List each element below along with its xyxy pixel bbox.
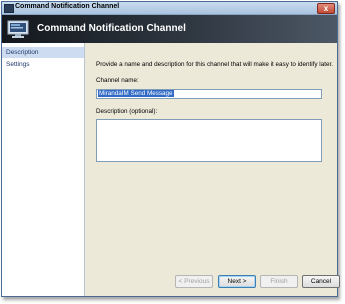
description-label: Description (optional):: [96, 108, 158, 115]
window-title: Command Notification Channel: [15, 3, 120, 10]
previous-button[interactable]: < Previous: [175, 275, 213, 288]
wizard-window: Command Notification Channel x Command N…: [1, 1, 340, 297]
finish-button[interactable]: Finish: [260, 275, 298, 288]
sidebar-item-settings[interactable]: Settings: [2, 59, 84, 70]
close-button[interactable]: x: [317, 3, 335, 14]
channel-name-field[interactable]: MirandaIM Send Message: [96, 89, 322, 99]
sidebar-item-label: Settings: [6, 61, 30, 68]
header-title: Command Notification Channel: [37, 23, 186, 34]
wizard-content: Provide a name and description for this …: [85, 43, 340, 296]
channel-name-value: MirandaIM Send Message: [98, 90, 174, 97]
channel-name-label: Channel name:: [96, 77, 139, 84]
sidebar-item-label: Description: [6, 49, 39, 56]
description-field[interactable]: [96, 119, 322, 162]
wizard-header: Command Notification Channel: [2, 15, 337, 43]
wizard-steps-sidebar: Description Settings: [2, 43, 85, 296]
sidebar-item-description[interactable]: Description: [2, 47, 84, 58]
close-icon: x: [323, 4, 329, 13]
instruction-text: Provide a name and description for this …: [96, 61, 333, 68]
next-button[interactable]: Next >: [218, 275, 256, 288]
channel-monitor-icon: [7, 20, 29, 38]
title-bar[interactable]: Command Notification Channel x: [2, 2, 337, 15]
window-app-icon: [4, 4, 14, 13]
cancel-button[interactable]: Cancel: [302, 275, 340, 288]
